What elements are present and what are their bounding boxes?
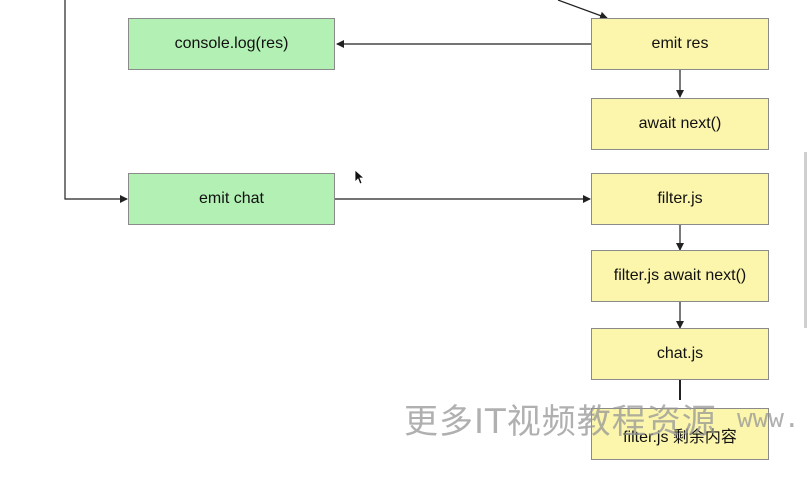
console-log-label: console.log(res) <box>174 35 289 52</box>
mouse-cursor-icon <box>354 169 364 185</box>
emit-res-node: emit res <box>591 18 769 70</box>
arrow-top-to-emit-chat <box>64 0 128 203</box>
emit-chat-node: emit chat <box>128 173 335 225</box>
filter-await-next-label: filter.js await next() <box>613 267 747 284</box>
console-log-node: console.log(res) <box>128 18 335 70</box>
chat-js-label: chat.js <box>656 345 704 362</box>
chat-js-node: chat.js <box>591 328 769 380</box>
await-next-label: await next() <box>638 115 722 132</box>
emit-chat-label: emit chat <box>199 190 264 207</box>
watermark-text: 更多IT视频教程资源 <box>404 402 717 442</box>
await-next-node: await next() <box>591 98 769 150</box>
watermark-url: www. <box>737 404 800 434</box>
arrow-into-emit-res <box>557 0 608 20</box>
filter-js-node: filter.js <box>591 173 769 225</box>
filter-await-next-node: filter.js await next() <box>591 250 769 302</box>
emit-res-label: emit res <box>651 35 709 52</box>
filter-js-label: filter.js <box>657 190 703 207</box>
